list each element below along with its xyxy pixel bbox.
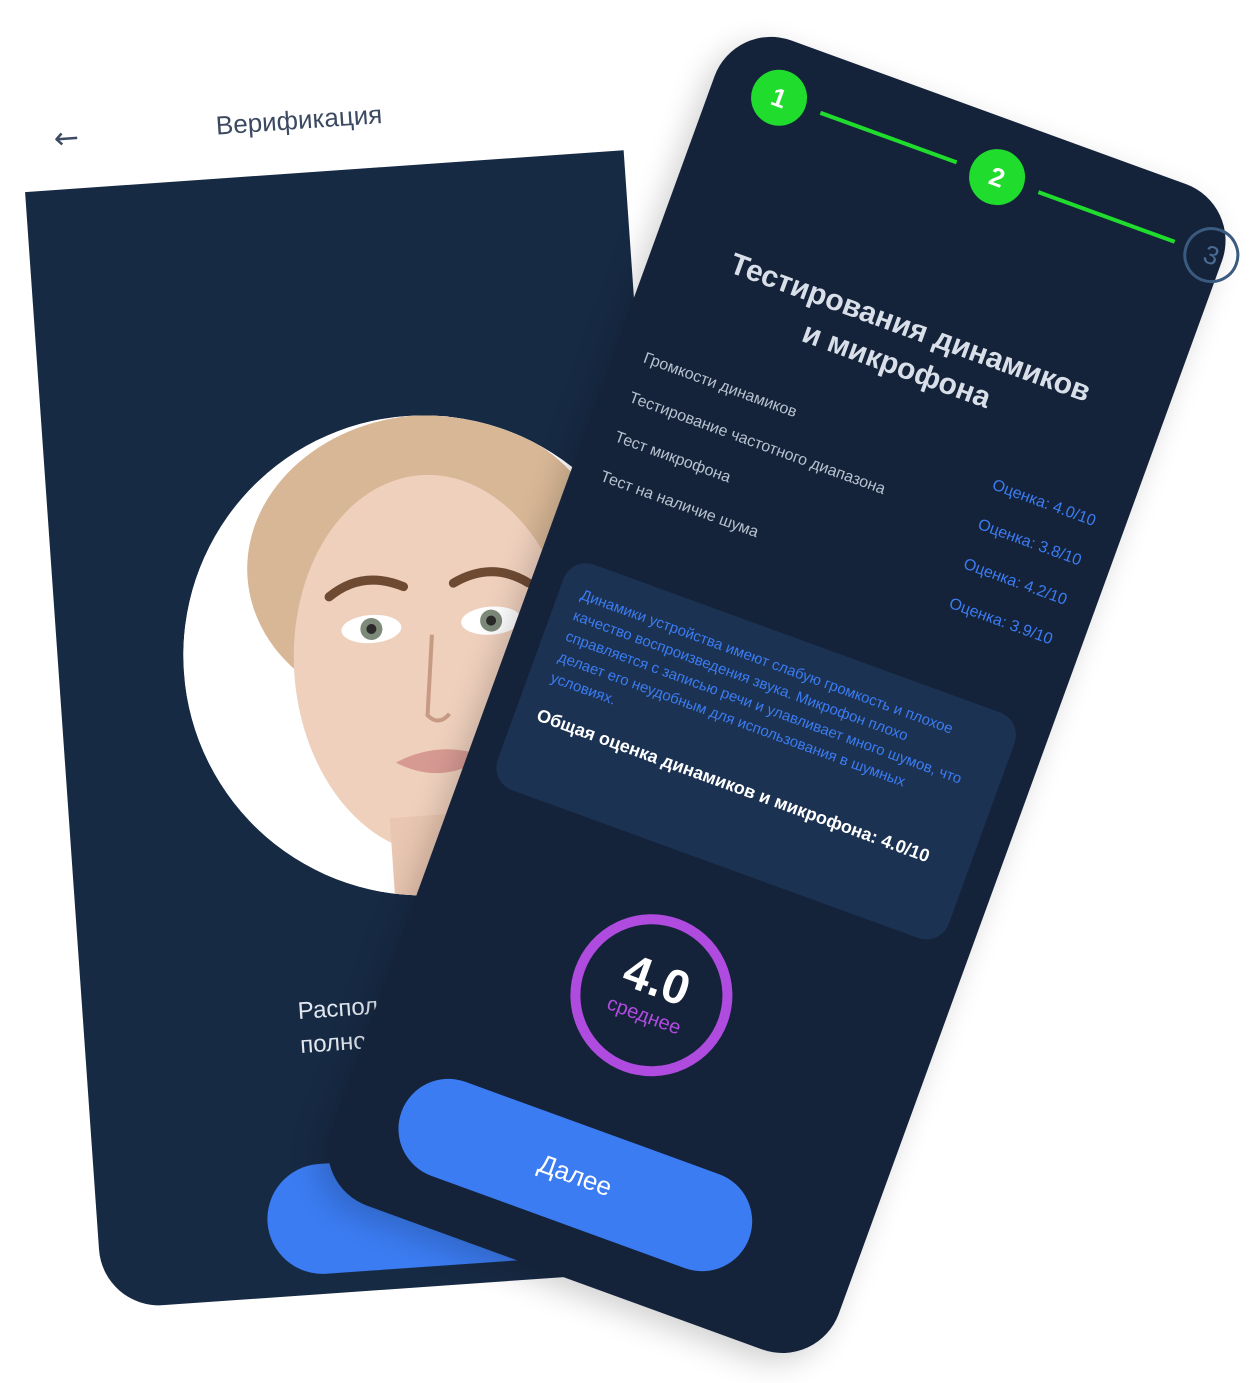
score-ring: 4.0 среднее [542,886,760,1104]
arrow-left-icon[interactable]: ← [45,118,88,161]
test-score: Оценка: 4.0/10 [989,476,1098,530]
step-1: 1 [743,61,815,134]
step-3: 3 [1175,219,1248,291]
step-connector-1 [819,110,958,165]
page-title: Верификация [214,99,384,141]
step-2: 2 [961,141,1033,213]
step-connector-2 [1037,190,1176,244]
